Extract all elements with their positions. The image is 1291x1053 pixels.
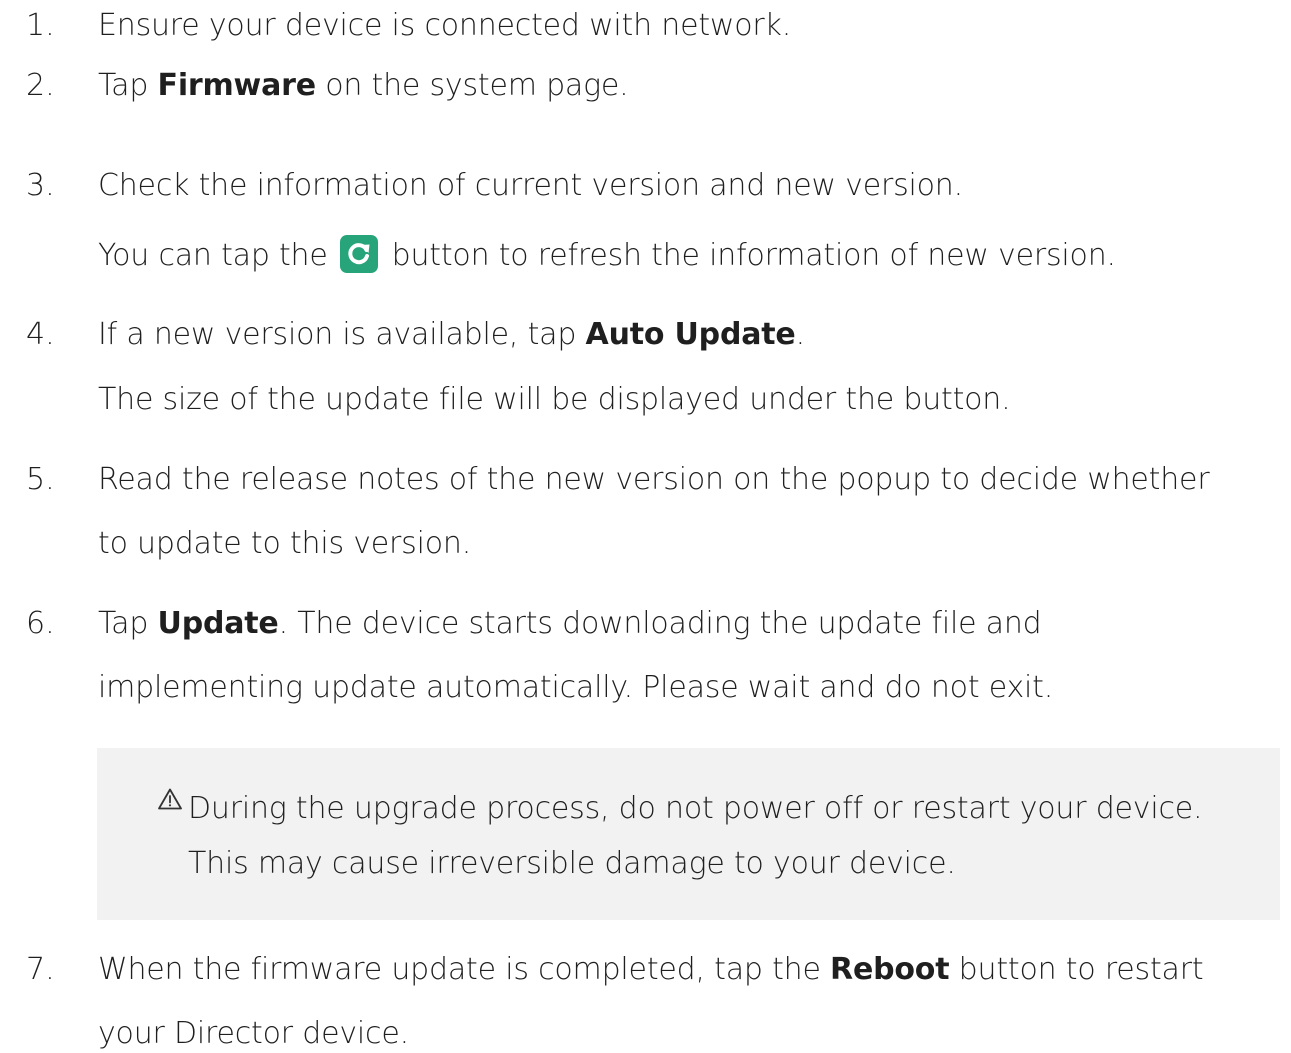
text-segment: button to refresh the information of new…: [391, 238, 1116, 273]
step-number: 2.: [26, 68, 55, 103]
step-text: Tap Update. The device starts downloadin…: [98, 606, 1042, 642]
step-text: implementing update automatically. Pleas…: [98, 670, 1054, 705]
warning-text: During the upgrade process, do not power…: [188, 791, 1203, 826]
step-text: When the firmware update is completed, t…: [98, 952, 1204, 988]
step-number: 6.: [26, 606, 55, 641]
text-segment: Tap: [98, 606, 158, 641]
step-number: 4.: [26, 317, 55, 352]
text-segment: on the system page.: [315, 68, 629, 103]
step-text: Check the information of current version…: [98, 168, 963, 203]
step-text: You can tap the button to refresh the inf…: [98, 234, 1116, 274]
refresh-icon: [348, 242, 370, 264]
text-segment: You can tap the: [98, 238, 328, 273]
step-text: your Director device.: [98, 1016, 409, 1051]
step-text: The size of the update file will be disp…: [98, 382, 1011, 417]
step-text: Ensure your device is connected with net…: [98, 8, 792, 43]
step-number: 5.: [26, 462, 55, 497]
text-segment: button to restart: [949, 952, 1204, 987]
step-number: 7.: [26, 952, 55, 987]
step-text: If a new version is available, tap Auto …: [98, 317, 805, 353]
text-segment: . The device starts downloading the upda…: [278, 606, 1042, 641]
step-text: to update to this version.: [98, 526, 472, 561]
bold-term: Update: [157, 606, 279, 641]
bold-term: Reboot: [830, 952, 950, 987]
text-segment: .: [795, 317, 806, 352]
refresh-button[interactable]: [339, 234, 378, 273]
text-segment: If a new version is available, tap: [98, 317, 586, 352]
warning-text: This may cause irreversible damage to yo…: [188, 846, 956, 881]
step-text: Read the release notes of the new versio…: [98, 462, 1210, 497]
warning-triangle-icon: [158, 788, 182, 810]
text-segment: Tap: [98, 68, 158, 103]
bold-term: Firmware: [157, 68, 317, 103]
bold-term: Auto Update: [585, 317, 796, 352]
warning-notice: During the upgrade process, do not power…: [97, 748, 1280, 920]
step-text: Tap Firmware on the system page.: [98, 68, 629, 104]
step-number: 3.: [26, 168, 55, 203]
text-segment: When the firmware update is completed, t…: [98, 952, 831, 987]
step-number: 1.: [26, 8, 55, 43]
